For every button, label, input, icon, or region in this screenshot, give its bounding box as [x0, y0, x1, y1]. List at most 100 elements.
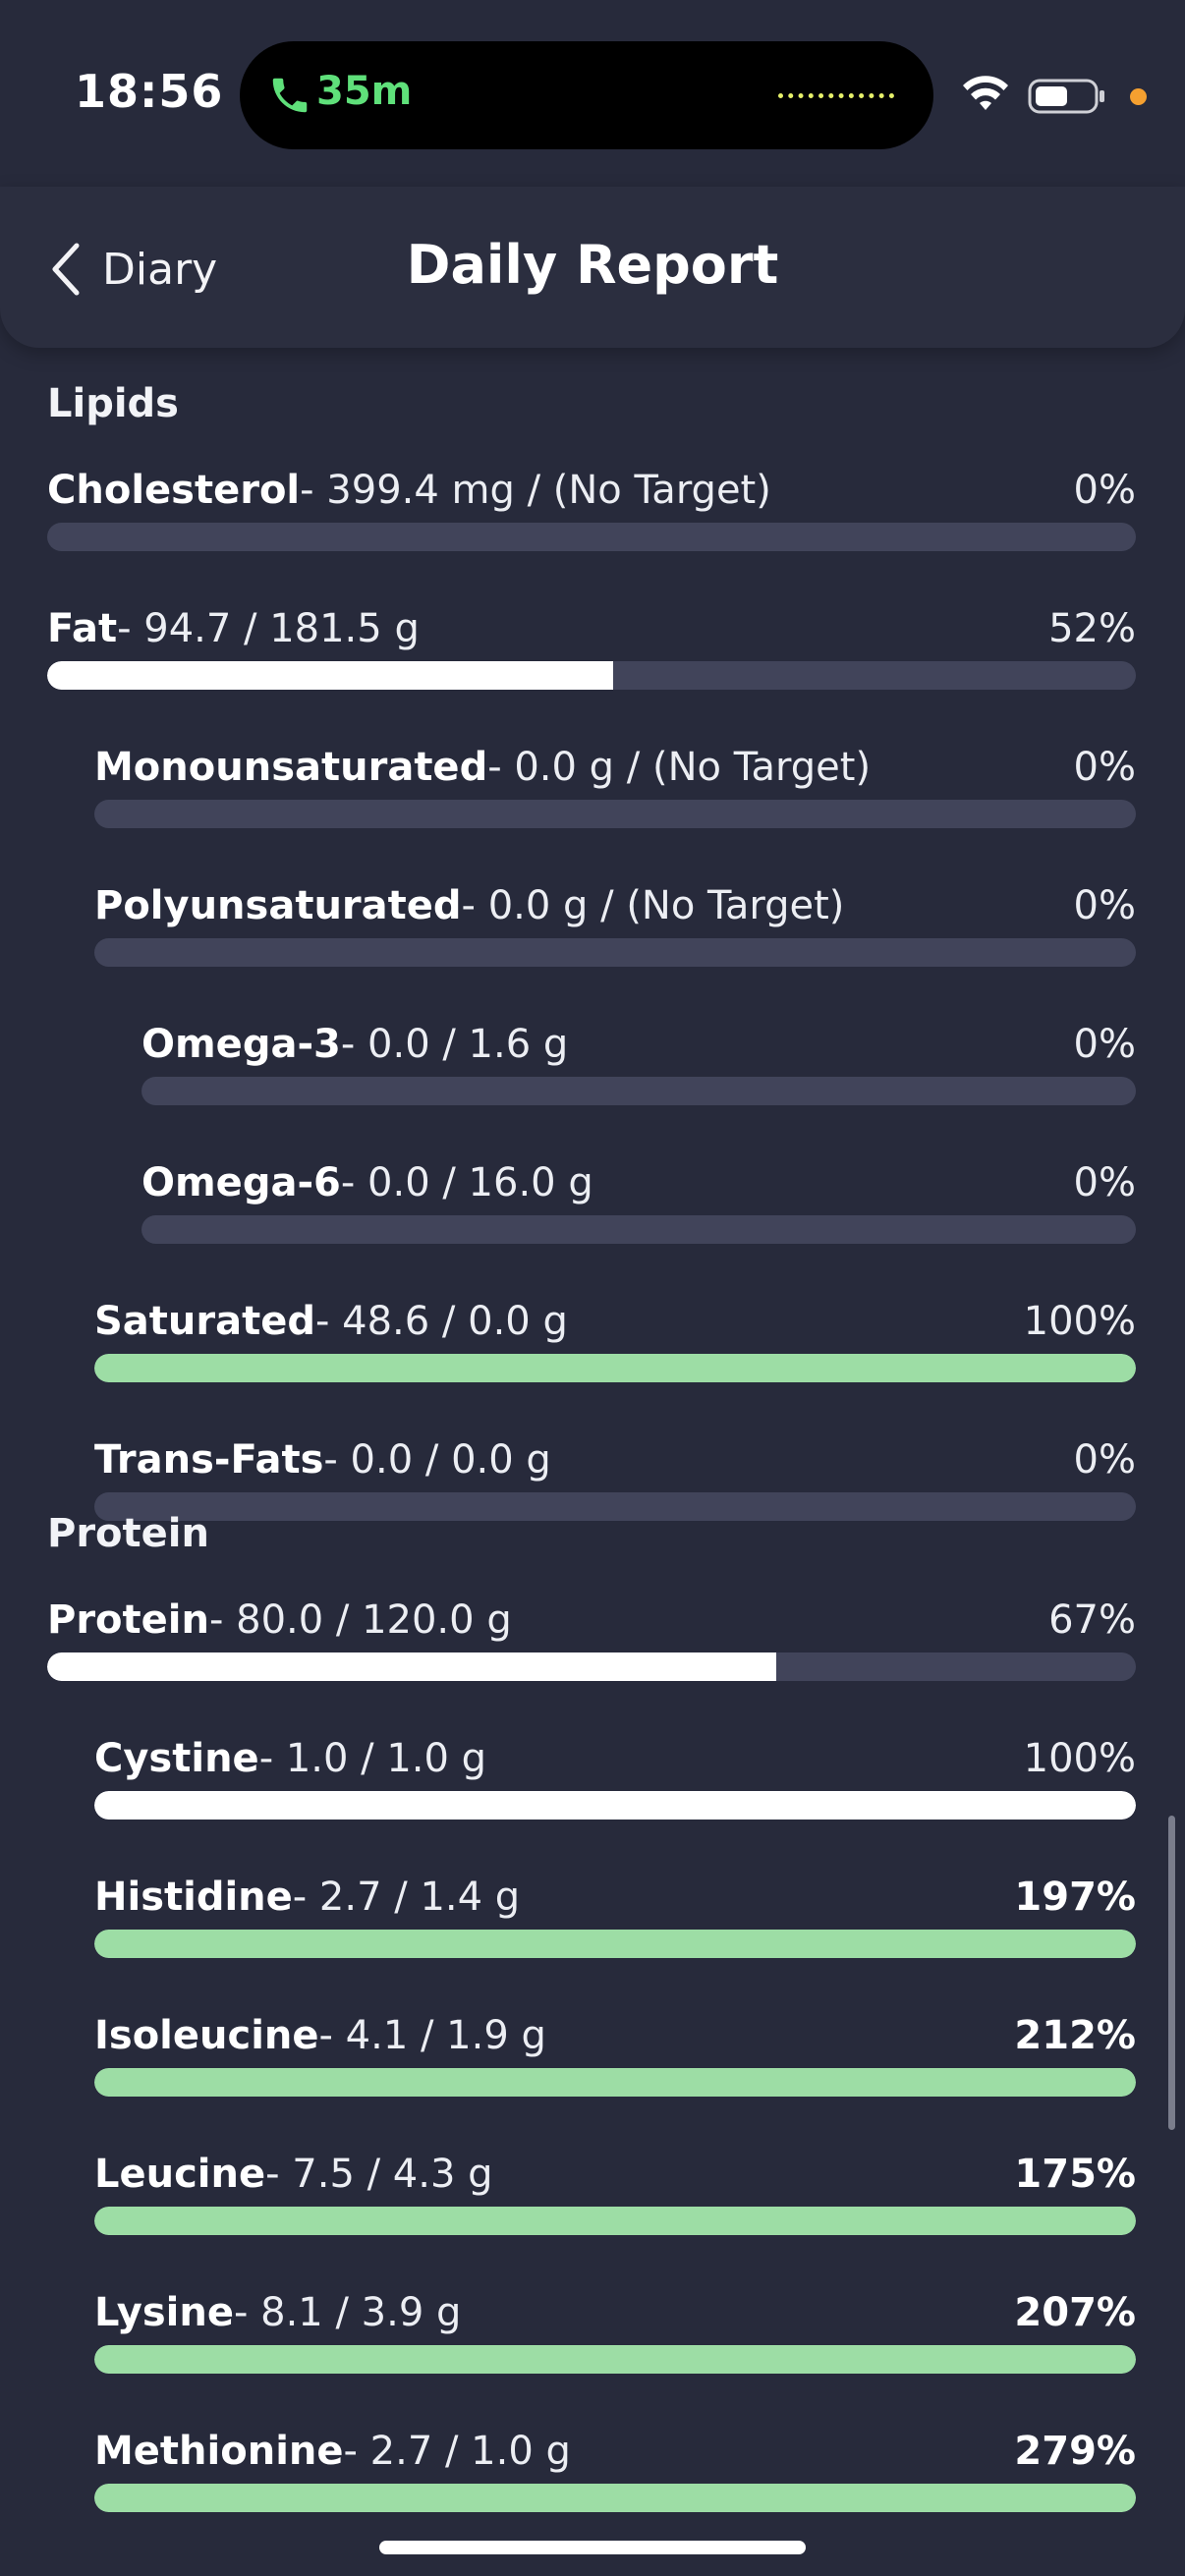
section-header: Protein [47, 1511, 209, 1556]
nutrient-row[interactable]: Fat- 94.7 / 181.5 g 52% [47, 606, 1136, 695]
nutrient-row[interactable]: Trans-Fats- 0.0 / 0.0 g 0% [94, 1437, 1136, 1526]
nutrient-label: Trans-Fats- 0.0 / 0.0 g [94, 1437, 551, 1483]
nutrient-label: Methionine- 2.7 / 1.0 g [94, 2429, 571, 2474]
nutrient-percent: 0% [1073, 1022, 1136, 1067]
nutrient-label: Cystine- 1.0 / 1.0 g [94, 1736, 486, 1781]
nutrient-name: Leucine [94, 2152, 266, 2197]
nutrient-amount: - 0.0 g / (No Target) [487, 745, 872, 790]
nutrient-label: Protein- 80.0 / 120.0 g [47, 1597, 512, 1643]
nutrient-label: Polyunsaturated- 0.0 g / (No Target) [94, 883, 844, 928]
nutrient-label: Fat- 94.7 / 181.5 g [47, 606, 420, 651]
progress-fill [47, 1652, 777, 1681]
nutrient-percent: 52% [1048, 606, 1136, 651]
nutrient-amount: - 80.0 / 120.0 g [208, 1597, 512, 1643]
nutrient-percent: 0% [1073, 1437, 1136, 1483]
nutrient-percent: 0% [1073, 745, 1136, 790]
nutrient-amount: - 7.5 / 4.3 g [265, 2152, 493, 2197]
progress-track [47, 1652, 1136, 1681]
nutrient-label: Histidine- 2.7 / 1.4 g [94, 1875, 520, 1920]
progress-fill [94, 2345, 1136, 2374]
nutrient-amount: - 0.0 / 1.6 g [340, 1022, 569, 1067]
progress-track [94, 1354, 1136, 1382]
dynamic-island-call[interactable]: 35m [240, 41, 933, 149]
progress-track [94, 938, 1136, 967]
nutrient-percent: 212% [1014, 2013, 1136, 2058]
nutrient-name: Omega-6 [141, 1160, 341, 1205]
nutrient-percent: 175% [1014, 2152, 1136, 2197]
page-title: Daily Report [406, 234, 779, 296]
nutrient-amount: - 94.7 / 181.5 g [117, 606, 420, 651]
nutrient-row[interactable]: Lysine- 8.1 / 3.9 g 207% [94, 2290, 1136, 2379]
nutrient-amount: - 2.7 / 1.4 g [292, 1875, 521, 1920]
nutrient-percent: 0% [1073, 1160, 1136, 1205]
nutrient-amount: - 1.0 / 1.0 g [258, 1736, 487, 1781]
section-header: Lipids [47, 381, 179, 426]
nutrient-name: Polyunsaturated [94, 883, 462, 928]
nutrient-label: Saturated- 48.6 / 0.0 g [94, 1299, 568, 1344]
progress-fill [94, 1930, 1136, 1958]
nutrient-name: Fat [47, 606, 118, 651]
nutrient-name: Cystine [94, 1736, 259, 1781]
wifi-icon [963, 76, 1008, 110]
nutrient-label: Monounsaturated- 0.0 g / (No Target) [94, 745, 871, 790]
progress-track [141, 1077, 1136, 1105]
scrollbar[interactable] [1168, 1816, 1175, 2130]
nutrient-percent: 0% [1073, 468, 1136, 513]
progress-track [94, 2345, 1136, 2374]
status-bar: 18:56 35m [0, 0, 1185, 187]
battery-icon [1028, 79, 1104, 114]
progress-fill [47, 661, 614, 690]
nutrient-amount: - 48.6 / 0.0 g [315, 1299, 568, 1344]
progress-fill [94, 2207, 1136, 2235]
progress-track [94, 1791, 1136, 1820]
nutrient-row[interactable]: Omega-6- 0.0 / 16.0 g 0% [141, 1160, 1136, 1249]
nutrient-name: Monounsaturated [94, 745, 488, 790]
progress-fill [94, 1354, 1136, 1382]
nutrient-percent: 0% [1073, 883, 1136, 928]
nutrient-percent: 100% [1023, 1736, 1136, 1781]
nutrient-amount: - 4.1 / 1.9 g [318, 2013, 546, 2058]
nutrient-row[interactable]: Histidine- 2.7 / 1.4 g 197% [94, 1875, 1136, 1963]
nutrient-percent: 207% [1014, 2290, 1136, 2335]
nutrient-row[interactable]: Methionine- 2.7 / 1.0 g 279% [94, 2429, 1136, 2517]
status-time: 18:56 [75, 65, 224, 118]
progress-track [47, 661, 1136, 690]
progress-track [47, 523, 1136, 551]
nutrient-label: Cholesterol- 399.4 mg / (No Target) [47, 468, 771, 513]
progress-track [94, 2207, 1136, 2235]
nutrient-percent: 100% [1023, 1299, 1136, 1344]
nutrient-percent: 279% [1014, 2429, 1136, 2474]
nutrient-label: Isoleucine- 4.1 / 1.9 g [94, 2013, 546, 2058]
progress-track [94, 1930, 1136, 1958]
nutrient-row[interactable]: Polyunsaturated- 0.0 g / (No Target) 0% [94, 883, 1136, 972]
nutrient-label: Omega-3- 0.0 / 1.6 g [141, 1022, 568, 1067]
nutrient-label: Leucine- 7.5 / 4.3 g [94, 2152, 493, 2197]
nutrient-amount: - 0.0 g / (No Target) [461, 883, 845, 928]
progress-track [94, 800, 1136, 828]
progress-fill [94, 2068, 1136, 2097]
progress-track [94, 2068, 1136, 2097]
nutrient-percent: 67% [1048, 1597, 1136, 1643]
nutrient-row[interactable]: Leucine- 7.5 / 4.3 g 175% [94, 2152, 1136, 2240]
nutrient-name: Protein [47, 1597, 209, 1643]
nutrient-amount: - 2.7 / 1.0 g [343, 2429, 571, 2474]
progress-track [141, 1215, 1136, 1244]
nutrient-name: Trans-Fats [94, 1437, 324, 1483]
nutrient-row[interactable]: Protein- 80.0 / 120.0 g 67% [47, 1597, 1136, 1686]
nutrient-percent: 197% [1014, 1875, 1136, 1920]
call-duration: 35m [316, 69, 413, 114]
nutrient-row[interactable]: Cholesterol- 399.4 mg / (No Target) 0% [47, 468, 1136, 556]
nutrient-row[interactable]: Cystine- 1.0 / 1.0 g 100% [94, 1736, 1136, 1824]
audio-wave-icon [778, 93, 894, 98]
home-indicator[interactable] [379, 2541, 806, 2554]
nutrient-row[interactable]: Omega-3- 0.0 / 1.6 g 0% [141, 1022, 1136, 1110]
nutrient-row[interactable]: Isoleucine- 4.1 / 1.9 g 212% [94, 2013, 1136, 2101]
progress-fill [94, 1791, 1136, 1820]
nutrient-amount: - 0.0 / 16.0 g [340, 1160, 593, 1205]
nutrient-row[interactable]: Saturated- 48.6 / 0.0 g 100% [94, 1299, 1136, 1387]
nutrient-name: Lysine [94, 2290, 234, 2335]
nutrient-label: Lysine- 8.1 / 3.9 g [94, 2290, 461, 2335]
progress-fill [94, 2484, 1136, 2512]
progress-track [94, 2484, 1136, 2512]
nutrient-row[interactable]: Monounsaturated- 0.0 g / (No Target) 0% [94, 745, 1136, 833]
